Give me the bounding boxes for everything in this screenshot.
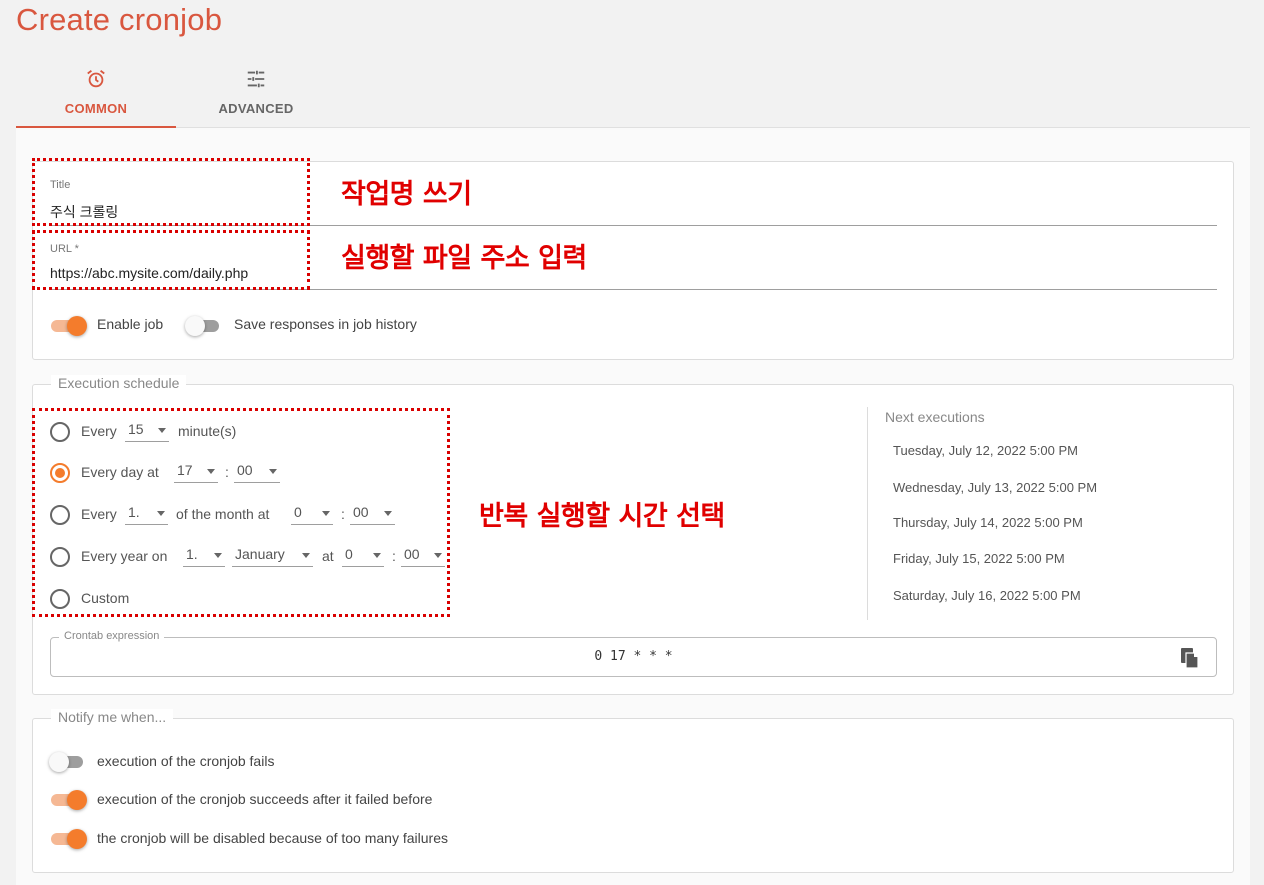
page-title: Create cronjob	[16, 2, 223, 37]
alarm-clock-icon	[16, 68, 176, 90]
next-executions-title: Next executions	[885, 409, 985, 425]
notify-panel: Notify me when... execution of the cronj…	[32, 709, 1234, 873]
next-execution-item: Tuesday, July 12, 2022 5:00 PM	[893, 443, 1078, 458]
schedule-annotation-box	[32, 408, 450, 617]
notify-legend: Notify me when...	[51, 709, 174, 725]
next-execution-item: Thursday, July 14, 2022 5:00 PM	[893, 515, 1083, 530]
notify-fails-label: execution of the cronjob fails	[97, 753, 275, 769]
next-execution-item: Saturday, July 16, 2022 5:00 PM	[893, 588, 1081, 603]
copy-icon[interactable]	[1180, 647, 1200, 674]
schedule-annotation-text: 반복 실행할 시간 선택	[479, 501, 725, 532]
url-annotation-text: 실행할 파일 주소 입력	[341, 243, 587, 274]
schedule-divider	[867, 407, 868, 620]
execution-schedule-legend: Execution schedule	[51, 375, 187, 391]
enable-job-toggle[interactable]	[49, 314, 87, 336]
notify-fails-toggle[interactable]	[49, 750, 87, 772]
notify-succeeds-label: execution of the cronjob succeeds after …	[97, 791, 433, 807]
crontab-expression-value: 0 17 * * *	[594, 649, 673, 664]
next-execution-item: Friday, July 15, 2022 5:00 PM	[893, 551, 1065, 566]
url-annotation-box	[32, 230, 310, 290]
notify-disabled-toggle[interactable]	[49, 827, 87, 849]
enable-job-label: Enable job	[97, 316, 164, 332]
title-annotation-box	[32, 158, 310, 226]
tab-advanced[interactable]: ADVANCED	[176, 60, 336, 128]
tab-bar: COMMON ADVANCED	[16, 60, 1250, 128]
next-execution-item: Wednesday, July 13, 2022 5:00 PM	[893, 480, 1098, 495]
tab-common[interactable]: COMMON	[16, 60, 176, 128]
crontab-expression-label: Crontab expression	[59, 630, 165, 642]
tab-common-label: COMMON	[64, 101, 128, 116]
save-responses-toggle[interactable]	[185, 314, 223, 336]
notify-succeeds-toggle[interactable]	[49, 788, 87, 810]
notify-disabled-label: the cronjob will be disabled because of …	[97, 830, 448, 846]
title-annotation-text: 작업명 쓰기	[341, 179, 472, 210]
tab-advanced-label: ADVANCED	[218, 101, 294, 116]
save-responses-label: Save responses in job history	[234, 316, 417, 332]
crontab-expression-field[interactable]: Crontab expression 0 17 * * *	[50, 630, 1217, 677]
tune-sliders-icon	[176, 68, 336, 90]
